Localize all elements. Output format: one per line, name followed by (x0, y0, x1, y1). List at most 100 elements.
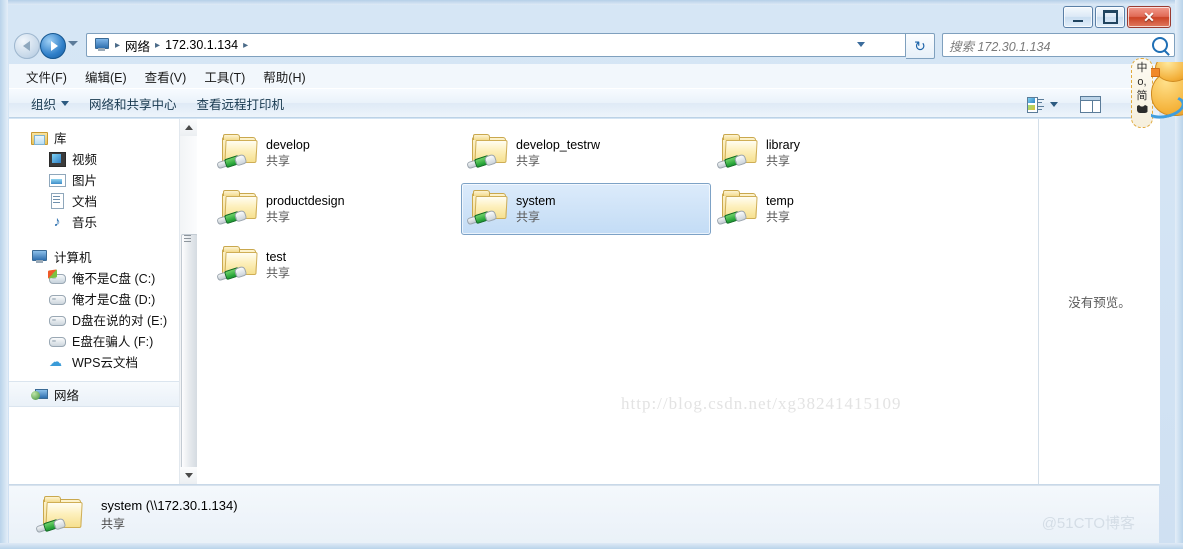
file-item[interactable]: test 共享 (211, 239, 461, 291)
nav-label: E盘在骗人 (F:) (72, 335, 154, 349)
change-view-icon[interactable] (1027, 96, 1044, 113)
ime-language-bar[interactable]: 中 o, 简 (1131, 58, 1153, 128)
drive-icon (49, 333, 66, 348)
window-frame-left (0, 0, 8, 549)
menu-item-tools[interactable]: 工具(T) (195, 64, 254, 89)
desktop-mascot-icon (1151, 62, 1183, 124)
view-dropdown-chevron-down-icon[interactable] (1050, 101, 1058, 107)
chevron-down-icon[interactable] (857, 42, 865, 47)
nav-item-wps-cloud[interactable]: ☁ WPS云文档 (9, 351, 179, 372)
watermark-text: http://blog.csdn.net/xg38241415109 (621, 394, 902, 413)
video-icon (49, 151, 66, 167)
nav-item-music[interactable]: ♪ 音乐 (9, 211, 179, 232)
navigation-pane-scrollbar[interactable] (179, 119, 198, 484)
file-item[interactable]: library 共享 (711, 127, 961, 179)
arrow-right-icon (50, 41, 58, 51)
nav-item-drive-f[interactable]: E盘在骗人 (F:) (9, 330, 179, 351)
nav-item-drive-d[interactable]: 俺才是C盘 (D:) (9, 288, 179, 309)
menu-item-help[interactable]: 帮助(H) (254, 64, 314, 89)
navigation-pane: 库 视频 图片 文档 ♪ 音乐 计算机 俺不是C盘 (C:) 俺才是C盘 (D:… (9, 119, 179, 484)
menu-item-edit[interactable]: 编辑(E) (76, 64, 136, 89)
document-icon (49, 193, 65, 209)
nav-group-network[interactable]: 网络 (9, 381, 179, 407)
back-button[interactable] (14, 33, 40, 59)
file-item[interactable]: develop 共享 (211, 127, 461, 179)
file-item[interactable]: temp 共享 (711, 183, 961, 235)
maximize-button[interactable] (1095, 6, 1125, 28)
organize-button[interactable]: 组织 (21, 90, 79, 117)
nav-item-videos[interactable]: 视频 (9, 148, 179, 169)
nav-label: 视频 (72, 153, 98, 167)
breadcrumb-separator[interactable]: ▸ (153, 40, 162, 51)
close-button[interactable]: ✕ (1127, 6, 1171, 28)
refresh-icon: ↻ (914, 37, 926, 54)
minimize-icon (1073, 17, 1083, 22)
file-subtext: 共享 (266, 154, 291, 168)
nav-item-pictures[interactable]: 图片 (9, 169, 179, 190)
nav-label: 俺才是C盘 (D:) (72, 293, 156, 307)
breadcrumb-separator[interactable]: ▸ (241, 40, 250, 51)
shared-folder-icon (216, 244, 262, 288)
music-icon: ♪ (53, 213, 61, 229)
forward-button[interactable] (40, 33, 66, 59)
shared-folder-icon (35, 492, 87, 538)
scroll-up-button[interactable] (180, 119, 197, 136)
arrow-left-icon (22, 41, 30, 51)
search-icon (1152, 37, 1168, 53)
file-name: develop_testrw (516, 138, 601, 152)
nav-group-computer[interactable]: 计算机 (9, 246, 179, 267)
breadcrumb-item-network[interactable]: 网络 (122, 36, 153, 55)
menu-item-view[interactable]: 查看(V) (136, 64, 196, 89)
shared-folder-icon (466, 132, 512, 176)
scroll-down-button[interactable] (180, 467, 197, 484)
file-subtext: 共享 (766, 210, 791, 224)
file-item[interactable]: develop_testrw 共享 (461, 127, 711, 179)
shared-folder-icon (466, 188, 512, 232)
details-pane: system (\\172.30.1.134) 共享 @51CTO博客 (9, 485, 1159, 543)
window-controls: ✕ (1063, 6, 1171, 28)
view-remote-printers-button[interactable]: 查看远程打印机 (187, 90, 295, 117)
explorer-content: 库 视频 图片 文档 ♪ 音乐 计算机 俺不是C盘 (C:) 俺才是C盘 (D:… (9, 119, 1160, 485)
blog-watermark: @51CTO博客 (1041, 515, 1135, 532)
chevron-up-icon (184, 125, 193, 130)
menu-item-file[interactable]: 文件(F) (17, 64, 76, 89)
search-input[interactable]: 搜索 172.30.1.134 (949, 36, 1152, 55)
shared-folder-icon (216, 132, 262, 176)
ime-mode-label[interactable]: 中 (1137, 61, 1148, 75)
window-frame-bottom (0, 543, 1183, 549)
shared-folder-icon (716, 132, 762, 176)
refresh-button[interactable]: ↻ (906, 33, 935, 59)
shared-folder-icon (216, 188, 262, 232)
command-bar: 组织 网络和共享中心 查看远程打印机 (9, 88, 1159, 118)
scrollbar-thumb[interactable] (181, 234, 198, 476)
file-name: productdesign (266, 194, 345, 208)
nav-item-drive-e[interactable]: D盘在说的对 (E:) (9, 309, 179, 330)
nav-label: 库 (54, 132, 67, 146)
ime-punctuation-label[interactable]: o, (1137, 75, 1146, 89)
preview-pane-icon[interactable] (1080, 95, 1101, 113)
file-grid: develop 共享 develop_testrw 共享 library 共享 … (197, 119, 1037, 282)
breadcrumb-separator[interactable]: ▸ (113, 40, 122, 51)
network-sharing-center-button[interactable]: 网络和共享中心 (79, 90, 187, 117)
nav-group-library[interactable]: 库 (9, 127, 179, 148)
file-item-selected[interactable]: system 共享 (461, 183, 711, 235)
breadcrumb-bar[interactable]: ▸ 网络 ▸ 172.30.1.134 ▸ (86, 33, 906, 57)
file-name: system (516, 194, 556, 208)
nav-item-documents[interactable]: 文档 (9, 190, 179, 211)
details-title: system (\\172.30.1.134) (101, 497, 238, 513)
nav-item-drive-c[interactable]: 俺不是C盘 (C:) (9, 267, 179, 288)
search-box[interactable]: 搜索 172.30.1.134 (942, 33, 1175, 57)
recent-pages-icon[interactable] (68, 41, 78, 46)
organize-label: 组织 (31, 97, 57, 112)
breadcrumb-item-host[interactable]: 172.30.1.134 (162, 38, 241, 52)
file-name: test (266, 250, 287, 264)
network-icon (31, 387, 48, 402)
ime-script-label[interactable]: 简 (1137, 89, 1148, 103)
file-list[interactable]: develop 共享 develop_testrw 共享 library 共享 … (197, 119, 1037, 484)
shirt-icon[interactable] (1137, 104, 1148, 113)
file-item[interactable]: productdesign 共享 (211, 183, 461, 235)
system-drive-icon (48, 269, 66, 285)
command-bar-right (1027, 89, 1101, 119)
address-bar-row: ▸ 网络 ▸ 172.30.1.134 ▸ ↻ 搜索 172.30.1.134 (8, 32, 1175, 60)
minimize-button[interactable] (1063, 6, 1093, 28)
